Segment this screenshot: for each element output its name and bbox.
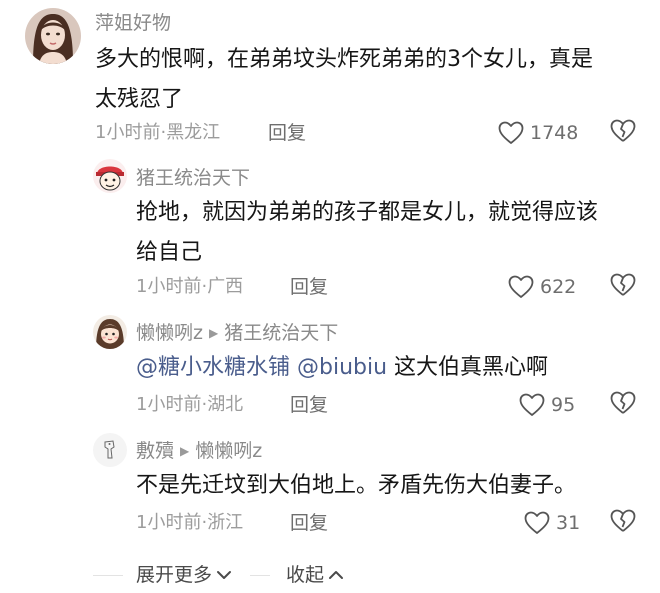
collapse-button[interactable]: 收起 — [286, 563, 344, 587]
reply-arrow-icon: ▶ — [208, 326, 219, 340]
broken-heart-icon — [610, 509, 636, 532]
comment-username[interactable]: 敷殰 — [136, 440, 174, 462]
heart-icon — [524, 511, 550, 534]
avatar[interactable] — [25, 8, 81, 64]
comment-meta: 1小时前·广西 — [136, 275, 243, 299]
like-button[interactable]: 31 — [524, 509, 580, 537]
comment-time: 1小时前 — [136, 276, 202, 297]
comment-time: 1小时前 — [136, 394, 202, 415]
comment-username-line: 懒懒咧z ▶ 猪王统治天下 — [136, 321, 338, 345]
like-count: 1748 — [530, 122, 579, 144]
comment-text-line: 抢地，就因为弟弟的孩子都是女儿，就觉得应该 — [136, 200, 599, 225]
reply-button[interactable]: 回复 — [290, 275, 328, 299]
comment-location: 广西 — [207, 276, 244, 297]
heart-icon — [498, 121, 524, 144]
broken-heart-icon — [610, 273, 636, 296]
comment-username[interactable]: 猪王统治天下 — [136, 166, 250, 190]
heart-icon — [519, 393, 545, 416]
like-count: 31 — [556, 512, 581, 534]
broken-heart-icon — [610, 119, 636, 142]
expand-more-button[interactable]: 展开更多 — [136, 563, 232, 587]
cartoon-character-avatar-icon — [93, 159, 127, 193]
comment-text-line: 给自己 — [136, 240, 203, 265]
divider — [250, 575, 270, 576]
cartoon-girl-avatar-icon — [93, 315, 127, 349]
like-count: 95 — [551, 394, 576, 416]
comment-meta: 1小时前·湖北 — [136, 393, 243, 417]
comment-time: 1小时前 — [95, 122, 161, 143]
like-button[interactable]: 1748 — [498, 119, 578, 147]
divider — [93, 575, 123, 576]
expand-more-label: 展开更多 — [136, 564, 213, 586]
avatar[interactable] — [93, 433, 127, 467]
collapse-label: 收起 — [286, 564, 325, 586]
comment-username-line: 敷殰 ▶ 懒懒咧z — [136, 439, 262, 463]
reply-button[interactable]: 回复 — [290, 393, 328, 417]
reply-to-username[interactable]: 懒懒咧z — [195, 440, 262, 462]
chevron-up-icon — [329, 571, 344, 579]
comment-meta: 1小时前·浙江 — [136, 511, 243, 535]
dislike-button[interactable] — [610, 509, 636, 537]
chevron-down-icon — [217, 571, 232, 579]
comment-text-line: @糖小水糖水铺 @biubiu 这大伯真黑心啊 — [136, 348, 548, 388]
mention-link[interactable]: @糖小水糖水铺 — [136, 355, 290, 380]
comment-location: 黑龙江 — [166, 122, 221, 143]
dislike-button[interactable] — [610, 119, 636, 147]
reply-button[interactable]: 回复 — [268, 121, 306, 145]
like-button[interactable]: 95 — [519, 391, 575, 419]
comment-text-line: 太残忍了 — [95, 87, 184, 112]
broken-heart-icon — [610, 391, 636, 414]
woman-portrait-avatar-icon — [25, 8, 81, 64]
comment-meta: 1小时前·黑龙江 — [95, 121, 220, 145]
like-count: 622 — [540, 276, 577, 298]
avatar[interactable] — [93, 159, 127, 193]
reply-to-username[interactable]: 猪王统治天下 — [224, 322, 338, 344]
comment-username[interactable]: 萍姐好物 — [95, 11, 171, 35]
heart-icon — [508, 275, 534, 298]
comment-text-line: 多大的恨啊，在弟弟坟头炸死弟弟的3个女儿，真是 — [95, 47, 593, 72]
mention-link[interactable]: @biubiu — [297, 355, 387, 380]
reply-button[interactable]: 回复 — [290, 511, 328, 535]
comment-text: 这大伯真黑心啊 — [387, 355, 549, 380]
comment-time: 1小时前 — [136, 512, 202, 533]
dislike-button[interactable] — [610, 273, 636, 301]
dislike-button[interactable] — [610, 391, 636, 419]
reply-arrow-icon: ▶ — [180, 444, 190, 458]
avatar[interactable] — [93, 315, 127, 349]
comment-location: 湖北 — [207, 394, 244, 415]
comment-text-line: 不是先迁坟到大伯地上。矛盾先伤大伯妻子。 — [136, 473, 577, 498]
sketch-avatar-icon — [93, 433, 127, 467]
comment-location: 浙江 — [207, 512, 244, 533]
comment-username[interactable]: 懒懒咧z — [136, 322, 203, 344]
like-button[interactable]: 622 — [508, 273, 576, 301]
